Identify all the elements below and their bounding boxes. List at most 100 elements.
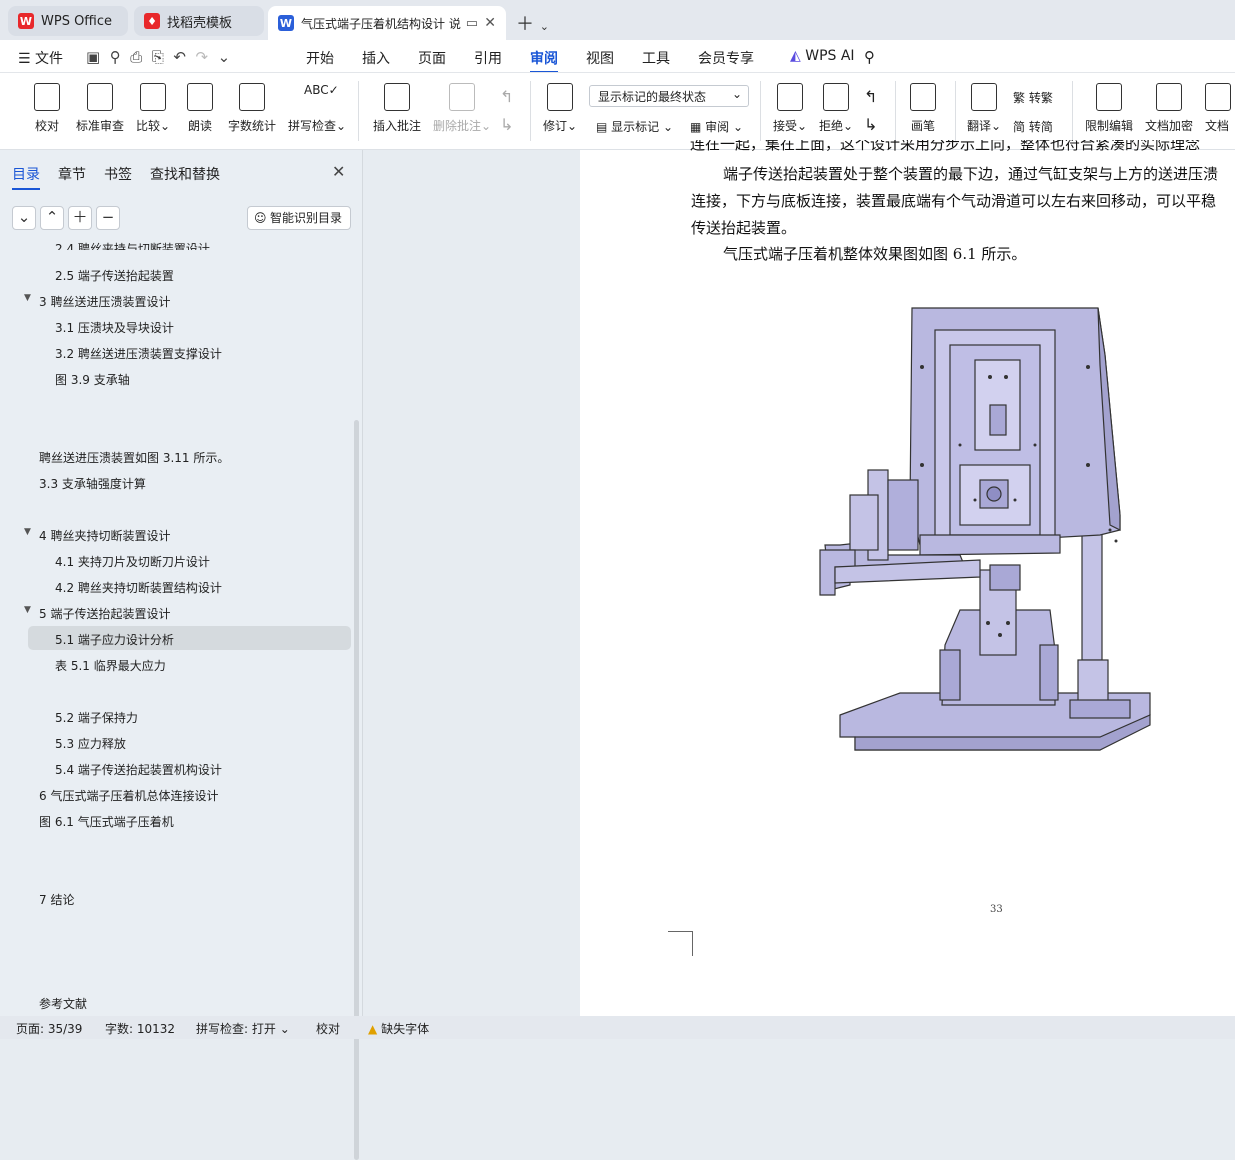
add-heading-button[interactable]: ＋ [68,206,92,230]
menu-wps-ai[interactable]: ◭ WPS AI [790,48,855,64]
format-painter-icon[interactable]: ⚲ [110,48,121,66]
undo-icon[interactable]: ↶ [173,48,186,66]
toc-item[interactable]: 7 结论 [39,891,74,908]
toc-item[interactable]: 图 3.9 支承轴 [55,371,130,388]
to-traditional-button[interactable]: 繁 转繁 [1013,89,1053,106]
word-count-button[interactable]: 字数统计 [228,83,276,134]
tab-find-replace[interactable]: 查找和替换 [150,164,220,184]
menu-references[interactable]: 引用 [474,48,502,68]
show-markup-button[interactable]: ▤ 显示标记 ⌄ [596,118,673,135]
expand-down-button[interactable]: ⌄ [12,206,36,230]
save-icon[interactable]: ▣ [86,48,100,66]
toc-item-selected[interactable]: 5.1 端子应力设计分析 [55,631,174,648]
menu-tools[interactable]: 工具 [642,48,670,68]
toc-item[interactable]: 图 6.1 气压式端子压着机 [39,813,174,830]
menu-page[interactable]: 页面 [418,48,446,68]
toc-item[interactable]: 6 气压式端子压着机总体连接设计 [39,787,218,804]
toc-item[interactable]: 表 5.1 临界最大应力 [55,657,166,674]
spell-check-button[interactable]: ABC✓ 拼写检查⌄ [288,83,346,134]
toc-item[interactable]: 3.2 聘丝送进压溃装置支撑设计 [55,345,222,362]
toc-item[interactable]: 5.3 应力释放 [55,735,126,752]
track-changes-button[interactable]: 修订⌄ [543,83,577,134]
status-bar: 页面: 35/39 字数: 10132 拼写检查: 打开 ⌄ 校对 ▲ 缺失字体 [0,1016,1235,1039]
chevron-down-icon[interactable]: ⌄ [540,20,549,33]
toc-item[interactable]: 4.2 聘丝夹持切断装置结构设计 [55,579,222,596]
tab-wps-office[interactable]: W WPS Office [8,6,128,36]
restrict-editing-button[interactable]: 限制编辑 [1085,83,1133,134]
menu-view[interactable]: 视图 [586,48,614,68]
tab-document[interactable]: W 气压式端子压着机结构设计 说 ▭ ✕ [268,6,506,40]
menu-review[interactable]: 审阅 [530,48,558,73]
paragraph-line: 传送抬起装置。 [691,219,797,237]
document-encrypt-button[interactable]: 文档加密 [1145,83,1193,134]
document-button[interactable]: 文档 [1205,83,1235,134]
menu-home[interactable]: 开始 [306,48,334,68]
close-icon[interactable]: ✕ [332,162,345,181]
translate-button[interactable]: 翻译⌄ [967,83,1001,134]
standard-review-button[interactable]: 标准审查 [76,83,124,134]
tab-chapters[interactable]: 章节 [58,164,86,184]
toc-item[interactable]: 3.1 压溃块及导块设计 [55,319,174,336]
toc-item[interactable]: 2.5 端子传送抬起装置 [55,267,174,284]
toc-item[interactable]: 聘丝送进压溃装置如图 3.11 所示。 [39,449,229,466]
restrict-editing-icon [1096,83,1122,111]
menu-member[interactable]: 会员专享 [698,48,754,68]
tab-bookmarks[interactable]: 书签 [104,164,132,184]
close-icon[interactable]: ✕ [484,15,496,31]
separator [895,81,896,141]
toc-item[interactable]: ▼ 5 端子传送抬起装置设计 [24,605,170,622]
prev-change-icon[interactable]: ↰ [864,87,877,106]
print-icon[interactable]: ⎙ [130,48,142,66]
menu-insert[interactable]: 插入 [362,48,390,68]
next-change-icon[interactable]: ↳ [864,115,877,134]
toc-item[interactable]: 3.3 支承轴强度计算 [39,475,146,492]
accept-button[interactable]: 接受⌄ [773,83,807,134]
toc-item[interactable]: 2.4 聘丝夹持与切断装置设计 [55,240,210,250]
compare-button[interactable]: 比较⌄ [136,83,170,134]
document-encrypt-icon [1156,83,1182,111]
expand-triangle-icon[interactable]: ▼ [24,527,31,537]
chevron-down-icon: ⌄ [279,1022,290,1036]
toc-item[interactable]: 4.1 夹持刀片及切断刀片设计 [55,553,210,570]
toc-item[interactable]: ▼ 4 聘丝夹持切断装置设计 [24,527,170,544]
toc-item[interactable]: 5.4 端子传送抬起装置机构设计 [55,761,222,778]
menu-file[interactable]: ☰ 文件 [18,48,63,68]
insert-comment-button[interactable]: 插入批注 [373,83,421,134]
warning-icon: ▲ [368,1022,378,1036]
remove-heading-button[interactable]: − [96,206,120,230]
chevron-down-icon[interactable]: ⌄ [218,48,231,66]
next-comment-icon[interactable]: ↳ [500,115,513,134]
document-page: 连在一起，集在上面，这个设计采用分步示上向，整体也符合紧凑的实际理念 端子传送抬… [580,140,1235,1016]
print-preview-icon[interactable]: ⎘ [152,48,164,66]
page-indicator[interactable]: 页面: 35/39 [16,1020,82,1037]
proof-status[interactable]: 校对 [316,1020,340,1037]
smart-toc-button[interactable]: ☺ 智能识别目录 [247,206,351,230]
wps-logo-icon: W [18,13,34,29]
tab-toc[interactable]: 目录 [12,164,40,190]
read-aloud-button[interactable]: 朗读 [187,83,213,134]
reject-button[interactable]: 拒绝⌄ [819,83,853,134]
prev-comment-icon[interactable]: ↰ [500,87,513,106]
delete-comment-button[interactable]: 删除批注⌄ [433,83,491,134]
word-count-status[interactable]: 字数: 10132 [105,1020,175,1037]
to-simplified-button[interactable]: 简 转简 [1013,118,1053,135]
expand-triangle-icon[interactable]: ▼ [24,605,31,615]
redo-icon[interactable]: ↷ [196,48,209,66]
search-icon[interactable]: ⚲ [864,48,875,66]
toc-item[interactable]: 5.2 端子保持力 [55,709,138,726]
toc-item[interactable]: 参考文献 [39,995,87,1012]
review-pane-button[interactable]: ▦ 审阅 ⌄ [690,118,743,135]
collapse-up-button[interactable]: ⌃ [40,206,64,230]
chevron-down-icon: ⌄ [731,87,742,101]
toc-item[interactable]: ▼ 3 聘丝送进压溃装置设计 [24,293,170,310]
expand-triangle-icon[interactable]: ▼ [24,293,31,303]
spell-check-status[interactable]: 拼写检查: 打开 ⌄ [196,1020,290,1037]
markup-mode-select[interactable]: 显示标记的最终状态 ⌄ [589,85,749,107]
sidebar-scrollbar[interactable] [354,420,359,1160]
tab-template[interactable]: ♦ 找稻壳模板 [134,6,264,36]
new-tab-button[interactable]: ＋ ⌄ [516,10,549,36]
page-number: 33 [990,904,1003,915]
missing-font-status[interactable]: ▲ 缺失字体 [368,1020,429,1037]
pen-button[interactable]: 画笔 [910,83,936,134]
proofread-button[interactable]: 校对 [34,83,60,134]
